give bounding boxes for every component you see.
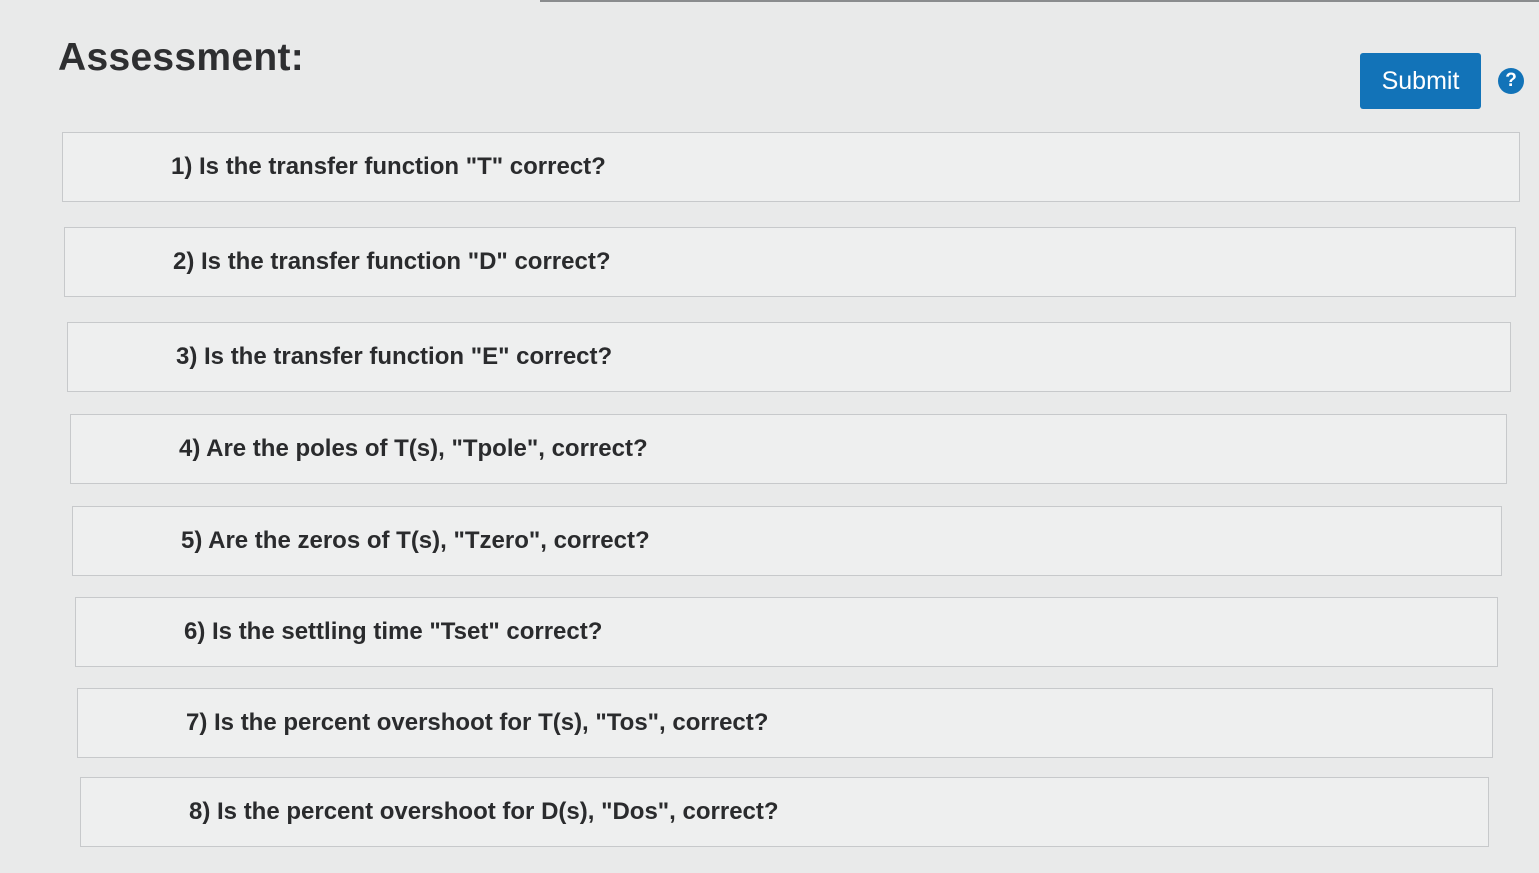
question-item[interactable]: 7) Is the percent overshoot for T(s), "T… xyxy=(77,688,1493,758)
question-label: 1) Is the transfer function "T" correct? xyxy=(171,153,606,180)
question-item[interactable]: 2) Is the transfer function "D" correct? xyxy=(64,227,1516,297)
question-label: 7) Is the percent overshoot for T(s), "T… xyxy=(186,709,769,736)
question-label: 4) Are the poles of T(s), "Tpole", corre… xyxy=(179,435,648,462)
question-label: 2) Is the transfer function "D" correct? xyxy=(173,248,611,275)
question-item[interactable]: 4) Are the poles of T(s), "Tpole", corre… xyxy=(70,414,1507,484)
question-label: 5) Are the zeros of T(s), "Tzero", corre… xyxy=(181,527,650,554)
question-item[interactable]: 6) Is the settling time "Tset" correct? xyxy=(75,597,1498,667)
question-item[interactable]: 1) Is the transfer function "T" correct? xyxy=(62,132,1520,202)
question-list: 1) Is the transfer function "T" correct?… xyxy=(0,0,1539,873)
question-item[interactable]: 3) Is the transfer function "E" correct? xyxy=(67,322,1511,392)
question-label: 8) Is the percent overshoot for D(s), "D… xyxy=(189,798,779,825)
question-label: 6) Is the settling time "Tset" correct? xyxy=(184,618,603,645)
question-label: 3) Is the transfer function "E" correct? xyxy=(176,343,613,370)
question-item[interactable]: 5) Are the zeros of T(s), "Tzero", corre… xyxy=(72,506,1502,576)
question-item[interactable]: 8) Is the percent overshoot for D(s), "D… xyxy=(80,777,1489,847)
